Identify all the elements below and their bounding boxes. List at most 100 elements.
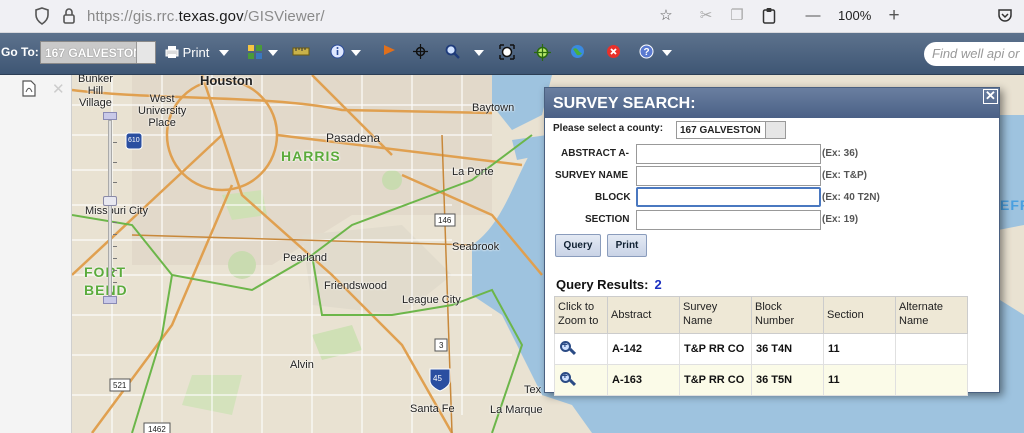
zoom-slider-track[interactable]: [108, 120, 112, 296]
map-label-houston: Houston: [200, 75, 253, 88]
col-header-section: Section: [823, 296, 896, 334]
globe-icon[interactable]: [570, 44, 585, 62]
abstract-input[interactable]: [636, 144, 821, 164]
survey-name-cell: T&P RR CO: [679, 364, 752, 396]
county-prompt: Please select a county:: [553, 123, 664, 134]
county-select[interactable]: 167 GALVESTON: [676, 121, 786, 139]
zoom-out-icon[interactable]: —: [804, 7, 822, 25]
info-icon[interactable]: [330, 44, 345, 62]
zoom-slider-out-button[interactable]: [103, 296, 117, 304]
clear-icon[interactable]: [606, 44, 621, 62]
col-header-abstract: Abstract: [607, 296, 680, 334]
map-label-pearland: Pearland: [283, 252, 328, 264]
survey-name-hint: (Ex: T&P): [822, 170, 867, 181]
paste-icon[interactable]: [760, 7, 778, 25]
map-label-jefferson: EFF: [1000, 197, 1024, 213]
block-cell: 36 T5N: [751, 364, 824, 396]
info-dropdown-caret[interactable]: [351, 50, 361, 56]
map-label-alvin: Alvin: [290, 359, 314, 371]
dialog-title: SURVEY SEARCH:: [553, 95, 696, 112]
col-header-survey-name: Survey Name: [679, 296, 752, 334]
alternate-name-cell: [895, 333, 968, 365]
copy-icon[interactable]: ❐: [728, 7, 746, 25]
pdf-icon[interactable]: [22, 80, 36, 102]
full-extent-icon[interactable]: [499, 44, 515, 62]
query-button[interactable]: Query: [555, 234, 601, 257]
shield-icon[interactable]: [33, 7, 51, 25]
zoom-cell: +: [554, 364, 608, 396]
cut-icon[interactable]: ✂: [697, 7, 715, 25]
map-label-santa-fe: Santa Fe: [410, 403, 455, 415]
map-label-hwy-521: 521: [113, 381, 127, 390]
county-dropdown-button[interactable]: [765, 122, 785, 138]
survey-search-dialog: SURVEY SEARCH: ✕ Please select a county:…: [544, 87, 1000, 396]
zoom-to-icon[interactable]: +: [559, 371, 577, 387]
layers-icon[interactable]: [247, 44, 263, 62]
section-cell: 11: [823, 364, 896, 396]
map-label-hwy-3: 3: [439, 341, 444, 350]
map-label-tex: Tex: [524, 384, 542, 396]
section-hint: (Ex: 19): [822, 214, 859, 225]
abstract-cell: A-163: [607, 364, 680, 396]
survey-name-input[interactable]: [636, 166, 821, 186]
find-well-input[interactable]: Find well api or: [924, 42, 1024, 66]
bookmark-star-icon[interactable]: ☆: [657, 7, 675, 25]
map-label-hwy-146: 146: [438, 216, 452, 225]
address-bar-url[interactable]: https://gis.rrc.texas.gov/GISViewer/: [87, 8, 325, 25]
abstract-hint: (Ex: 36): [822, 148, 859, 159]
left-panel: ✕: [0, 75, 72, 433]
pocket-icon[interactable]: [996, 7, 1014, 25]
svg-text:?: ?: [643, 47, 649, 58]
results-table: Click to Zoom to Abstract Survey Name Bloc…: [554, 296, 968, 396]
map-zoom-slider[interactable]: [103, 112, 117, 304]
goto-dropdown-button[interactable]: [136, 42, 155, 63]
zoom-in-icon[interactable]: +: [885, 6, 903, 25]
section-input[interactable]: [636, 210, 821, 230]
col-header-zoom: Click to Zoom to: [554, 296, 608, 334]
map-label-seabrook: Seabrook: [452, 241, 500, 253]
dialog-header: SURVEY SEARCH: ✕: [545, 88, 999, 118]
layers-dropdown-caret[interactable]: [268, 50, 278, 56]
print-button[interactable]: Print: [607, 234, 647, 257]
map-label-west-university: West University Place: [138, 93, 187, 129]
map-label-hwy-1462: 1462: [148, 425, 166, 433]
map-label-pasadena: Pasadena: [326, 131, 381, 145]
section-cell: 11: [823, 333, 896, 365]
search-zoom-icon[interactable]: [445, 44, 461, 62]
col-header-alternate-name: Alternate Name: [895, 296, 968, 334]
help-dropdown-caret[interactable]: [662, 50, 672, 56]
zoom-dropdown-caret[interactable]: [474, 50, 484, 56]
zoom-to-icon[interactable]: +: [559, 340, 577, 356]
close-panel-icon[interactable]: ✕: [52, 80, 65, 98]
print-dropdown-caret[interactable]: [219, 50, 229, 56]
survey-name-label: SURVEY NAME: [555, 170, 628, 181]
lock-icon[interactable]: [60, 7, 78, 25]
crosshair-icon[interactable]: [413, 44, 428, 62]
col-header-block-number: Block Number: [751, 296, 824, 334]
map-label-la-porte: La Porte: [452, 166, 494, 178]
print-menu-button[interactable]: Print: [165, 44, 209, 62]
flag-icon[interactable]: [382, 44, 396, 62]
abstract-label: ABSTRACT A-: [561, 148, 629, 159]
measure-ruler-icon[interactable]: [292, 44, 310, 62]
block-hint: (Ex: 40 T2N): [822, 192, 880, 203]
section-label: SECTION: [585, 214, 630, 225]
table-row: + A-163 T&P RR CO 36 T5N 11: [554, 364, 968, 396]
query-results-heading: Query Results: 2: [556, 277, 662, 292]
map-label-baytown: Baytown: [472, 102, 515, 114]
target-icon[interactable]: [534, 44, 551, 62]
help-icon[interactable]: ?: [639, 44, 654, 62]
block-cell: 36 T4N: [751, 333, 824, 365]
zoom-slider-in-button[interactable]: [103, 112, 117, 120]
browser-toolbar: https://gis.rrc.texas.gov/GISViewer/ ☆ ✂…: [0, 0, 1024, 33]
zoom-slider-thumb[interactable]: [103, 196, 117, 206]
goto-label: Go To:: [1, 45, 39, 59]
map-label-la-marque: La Marque: [490, 404, 543, 416]
map-label-friendswood: Friendswood: [324, 280, 387, 292]
close-icon[interactable]: ✕: [983, 89, 998, 104]
block-input[interactable]: [636, 187, 821, 207]
map-label-bunker-hill: Bunker Hill Village: [78, 75, 113, 109]
block-label: BLOCK: [595, 192, 631, 203]
survey-name-cell: T&P RR CO: [679, 333, 752, 365]
zoom-level[interactable]: 100%: [838, 8, 871, 23]
